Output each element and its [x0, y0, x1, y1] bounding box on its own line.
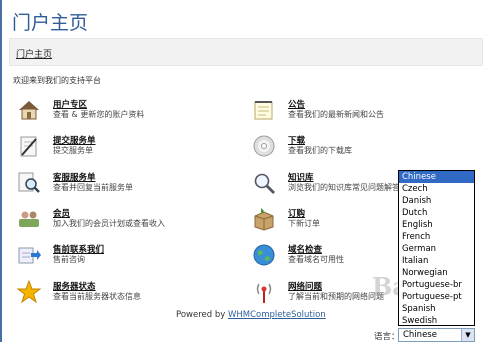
item-support-tickets[interactable]: 客服服务单 查看并回复当前服务单 [16, 170, 196, 196]
box-icon [254, 208, 274, 231]
item-server-status[interactable]: 服务器状态 查看当前服务器状态信息 [16, 279, 196, 305]
item-desc: 查看域名可用性 [288, 255, 344, 264]
magnifier-icon [254, 173, 275, 194]
language-select[interactable]: Chinese ▼ [398, 328, 475, 342]
language-option[interactable]: Swedish [399, 315, 474, 325]
item-desc: 加入我们的会员计划或查看收入 [53, 219, 165, 228]
disc-icon [253, 135, 275, 157]
broadcast-icon [256, 283, 272, 303]
page-title: 门户主页 [12, 12, 89, 34]
language-option[interactable]: Czech [399, 183, 474, 195]
language-dropdown-list[interactable]: Chinese Czech Danish Dutch English French Germ… [398, 170, 475, 326]
item-desc: 查看我们的下载库 [288, 146, 352, 155]
pen-document-icon [20, 136, 37, 157]
language-option[interactable]: Portuguese-pt [399, 291, 474, 303]
language-option[interactable]: Spanish [399, 303, 474, 315]
breadcrumb-home-link[interactable]: 门户主页 [16, 47, 52, 60]
language-option[interactable]: Italian [399, 255, 474, 267]
language-option[interactable]: Dutch [399, 207, 474, 219]
item-announcements[interactable]: 公告 查看我们的最新新闻和公告 [251, 97, 431, 123]
magnifier-document-icon [18, 172, 40, 193]
item-desc: 提交服务单 [53, 146, 93, 155]
item-affiliates[interactable]: 会员 加入我们的会员计划或查看收入 [16, 206, 196, 232]
item-desc: 售前咨询 [53, 255, 85, 264]
powered-by: Powered by WHMCompleteSolution [176, 310, 326, 320]
language-option[interactable]: English [399, 219, 474, 231]
language-option[interactable]: Danish [399, 195, 474, 207]
language-option[interactable]: Norwegian [399, 267, 474, 279]
item-desc: 下新订单 [288, 219, 320, 228]
left-accent-rule [0, 0, 2, 342]
home-icon [19, 101, 39, 120]
item-desc: 了解当前和预期的网络问题 [288, 292, 384, 301]
item-desc: 浏览我们的知识库常见问题解答 [288, 183, 400, 192]
language-selected-value: Chinese [403, 330, 437, 340]
language-option[interactable]: French [399, 231, 474, 243]
language-option[interactable]: German [399, 243, 474, 255]
star-icon [16, 279, 42, 304]
users-icon [19, 211, 39, 227]
item-presales-contact[interactable]: 售前联系我们 售前咨询 [16, 242, 196, 268]
item-desc: 查看并回复当前服务单 [53, 183, 133, 192]
language-option[interactable]: Portuguese-br [399, 279, 474, 291]
welcome-text: 欢迎来到我们的支持平台 [13, 76, 101, 85]
item-submit-ticket[interactable]: 提交服务单 提交服务单 [16, 133, 196, 159]
item-desc: 查看当前服务器状态信息 [53, 292, 141, 301]
item-downloads[interactable]: 下载 查看我们的下载库 [251, 133, 431, 159]
item-client-area[interactable]: 用户专区 查看 & 更新您的账户资料 [16, 97, 196, 123]
language-option[interactable]: Chinese [399, 171, 474, 183]
item-desc: 查看 & 更新您的账户资料 [53, 110, 145, 119]
contact-arrow-icon [18, 247, 41, 264]
breadcrumb: 门户主页 [9, 38, 483, 66]
item-desc: 查看我们的最新新闻和公告 [288, 110, 384, 119]
powered-prefix: Powered by [176, 310, 228, 320]
notepad-icon [254, 101, 273, 120]
globe-icon [253, 244, 275, 266]
language-label: 语言： [374, 332, 400, 342]
powered-link[interactable]: WHMCompleteSolution [228, 310, 326, 320]
chevron-down-icon[interactable]: ▼ [461, 329, 474, 341]
